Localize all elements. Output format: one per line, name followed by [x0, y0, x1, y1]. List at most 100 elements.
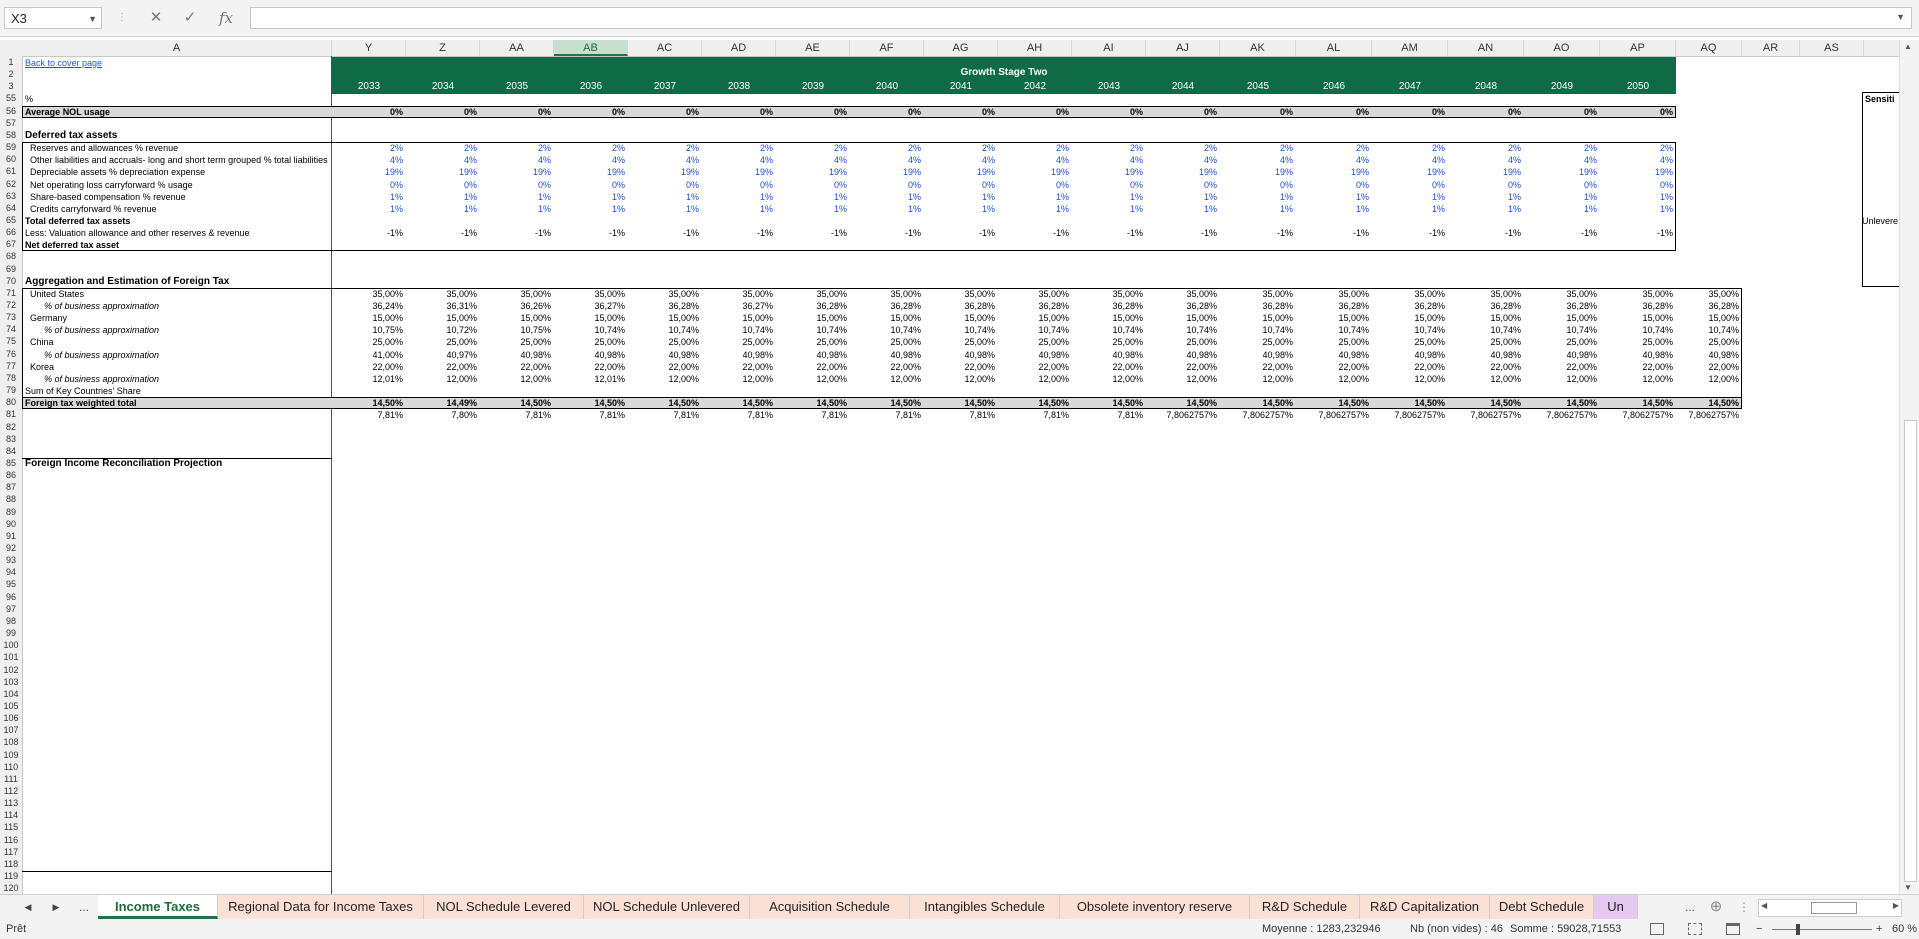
data-cell[interactable]: 2%: [998, 142, 1069, 154]
data-cell[interactable]: 19%: [850, 166, 921, 178]
column-header-aj[interactable]: AJ: [1146, 40, 1220, 56]
data-cell[interactable]: 25,00%: [628, 336, 699, 348]
row-header[interactable]: 112: [0, 786, 22, 797]
data-cell[interactable]: 25,00%: [998, 336, 1069, 348]
data-cell[interactable]: 0%: [554, 106, 625, 118]
normal-view-icon[interactable]: [1650, 923, 1664, 935]
row-header[interactable]: 74: [0, 324, 22, 335]
data-cell[interactable]: 7,81%: [702, 409, 773, 421]
data-cell[interactable]: 1%: [702, 203, 773, 215]
data-cell[interactable]: 35,00%: [850, 288, 921, 300]
data-cell[interactable]: 12,00%: [406, 373, 477, 385]
data-cell[interactable]: 1%: [480, 203, 551, 215]
data-cell[interactable]: 0%: [1524, 179, 1597, 191]
data-cell[interactable]: 1%: [332, 191, 403, 203]
data-cell[interactable]: 15,00%: [1372, 312, 1445, 324]
data-cell[interactable]: 36,28%: [1676, 300, 1739, 312]
data-cell[interactable]: 35,00%: [480, 288, 551, 300]
data-cell[interactable]: 1%: [1448, 203, 1521, 215]
data-cell[interactable]: 15,00%: [1448, 312, 1521, 324]
data-cell[interactable]: 0%: [332, 179, 403, 191]
column-header-am[interactable]: AM: [1372, 40, 1448, 56]
data-cell[interactable]: 4%: [998, 154, 1069, 166]
data-cell[interactable]: 25,00%: [1372, 336, 1445, 348]
data-cell[interactable]: 14,50%: [1524, 397, 1597, 409]
data-cell[interactable]: 40,97%: [406, 349, 477, 361]
data-cell[interactable]: 15,00%: [1072, 312, 1143, 324]
data-cell[interactable]: 19%: [1220, 166, 1293, 178]
data-cell[interactable]: 1%: [480, 191, 551, 203]
tab-intangibles-schedule[interactable]: Intangibles Schedule: [910, 895, 1060, 919]
data-cell[interactable]: 0%: [1146, 179, 1217, 191]
row-header[interactable]: 109: [0, 750, 22, 761]
data-cell[interactable]: 2%: [406, 142, 477, 154]
row-header[interactable]: 99: [0, 628, 22, 639]
row-header[interactable]: 75: [0, 336, 22, 347]
data-cell[interactable]: 0%: [332, 106, 403, 118]
data-cell[interactable]: 0%: [1220, 179, 1293, 191]
data-cell[interactable]: 4%: [702, 154, 773, 166]
data-cell[interactable]: 12,00%: [1600, 373, 1673, 385]
row-header[interactable]: 86: [0, 470, 22, 481]
data-cell[interactable]: 25,00%: [1676, 336, 1739, 348]
data-cell[interactable]: 15,00%: [554, 312, 625, 324]
data-cell[interactable]: 25,00%: [1524, 336, 1597, 348]
page-break-view-icon[interactable]: [1726, 923, 1740, 935]
data-cell[interactable]: 2%: [1372, 142, 1445, 154]
data-cell[interactable]: 40,98%: [998, 349, 1069, 361]
data-cell[interactable]: 40,98%: [1676, 349, 1739, 361]
add-sheet-icon[interactable]: ⊕: [1706, 898, 1726, 916]
data-cell[interactable]: 25,00%: [480, 336, 551, 348]
data-cell[interactable]: 25,00%: [1600, 336, 1673, 348]
data-cell[interactable]: 4%: [332, 154, 403, 166]
data-cell[interactable]: 1%: [1296, 203, 1369, 215]
data-cell[interactable]: 36,28%: [1372, 300, 1445, 312]
data-cell[interactable]: 0%: [776, 106, 847, 118]
data-cell[interactable]: 12,00%: [480, 373, 551, 385]
data-cell[interactable]: -1%: [776, 227, 847, 239]
data-cell[interactable]: 15,00%: [480, 312, 551, 324]
data-cell[interactable]: 19%: [1296, 166, 1369, 178]
data-cell[interactable]: 1%: [554, 203, 625, 215]
data-cell[interactable]: 1%: [1372, 203, 1445, 215]
data-cell[interactable]: 40,98%: [1448, 349, 1521, 361]
data-cell[interactable]: 40,98%: [776, 349, 847, 361]
data-cell[interactable]: 10,74%: [850, 324, 921, 336]
data-cell[interactable]: 2%: [480, 142, 551, 154]
data-cell[interactable]: 35,00%: [554, 288, 625, 300]
data-cell[interactable]: -1%: [1146, 227, 1217, 239]
data-cell[interactable]: 4%: [554, 154, 625, 166]
data-cell[interactable]: -1%: [554, 227, 625, 239]
data-cell[interactable]: 4%: [1220, 154, 1293, 166]
row-header[interactable]: 119: [0, 871, 22, 882]
tab-next-icon[interactable]: ▶: [46, 898, 66, 916]
row-header[interactable]: 90: [0, 519, 22, 530]
data-cell[interactable]: 35,00%: [332, 288, 403, 300]
data-cell[interactable]: 35,00%: [1072, 288, 1143, 300]
data-cell[interactable]: 15,00%: [850, 312, 921, 324]
data-cell[interactable]: 10,74%: [1146, 324, 1217, 336]
row-header[interactable]: 80: [0, 397, 22, 408]
data-cell[interactable]: 40,98%: [924, 349, 995, 361]
data-cell[interactable]: 1%: [924, 191, 995, 203]
column-header-a[interactable]: A: [22, 40, 332, 56]
data-cell[interactable]: 22,00%: [1524, 361, 1597, 373]
zoom-out-button[interactable]: −: [1756, 920, 1762, 939]
data-cell[interactable]: 22,00%: [998, 361, 1069, 373]
data-cell[interactable]: 7,8062757%: [1600, 409, 1673, 421]
data-cell[interactable]: 12,00%: [628, 373, 699, 385]
data-cell[interactable]: 10,74%: [1448, 324, 1521, 336]
data-cell[interactable]: 14,50%: [776, 397, 847, 409]
data-cell[interactable]: 25,00%: [850, 336, 921, 348]
formula-input[interactable]: ▼: [250, 7, 1912, 29]
data-cell[interactable]: 35,00%: [406, 288, 477, 300]
data-cell[interactable]: 4%: [924, 154, 995, 166]
data-cell[interactable]: 10,74%: [554, 324, 625, 336]
data-cell[interactable]: 1%: [628, 191, 699, 203]
insert-function-icon[interactable]: fx: [212, 8, 240, 28]
row-header[interactable]: 55: [0, 93, 22, 104]
vertical-scrollbar[interactable]: ▲ ▼: [1899, 40, 1919, 894]
row-header[interactable]: 76: [0, 349, 22, 360]
data-cell[interactable]: 25,00%: [554, 336, 625, 348]
data-cell[interactable]: 41,00%: [332, 349, 403, 361]
